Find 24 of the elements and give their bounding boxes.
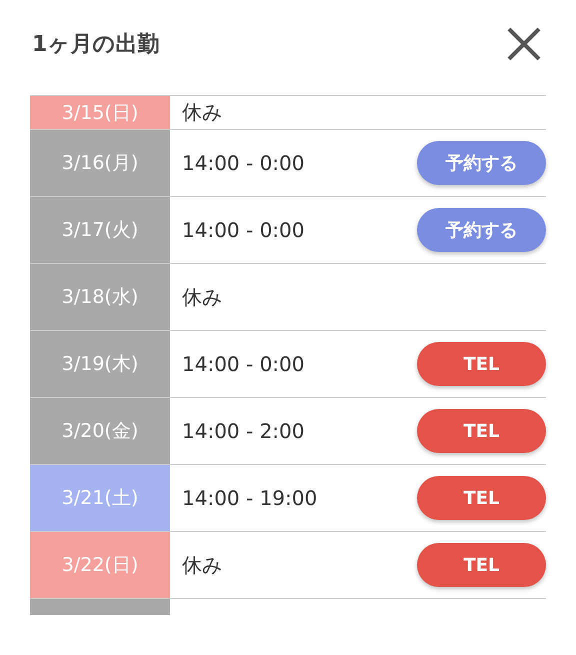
close-icon [506, 26, 542, 62]
hours-text: 14:00 - 0:00 [182, 352, 304, 376]
reserve-button[interactable]: 予約する [417, 208, 546, 252]
date-cell: 3/16(月) [30, 130, 170, 196]
reserve-button[interactable]: 予約する [417, 141, 546, 185]
hours-text: 14:00 - 0:00 [182, 218, 304, 242]
hours-text: 休み [182, 552, 222, 578]
hours-text: 休み [182, 284, 222, 310]
hours-text: 14:00 - 0:00 [182, 151, 304, 175]
tel-button[interactable]: TEL [417, 409, 546, 453]
date-cell: 3/21(土) [30, 465, 170, 531]
date-cell: 3/18(水) [30, 264, 170, 330]
hours-text: 14:00 - 2:00 [182, 419, 304, 443]
date-cell: 3/19(木) [30, 331, 170, 397]
date-cell: 3/22(日) [30, 532, 170, 598]
dialog-title: 1ヶ月の出勤 [32, 30, 160, 58]
hours-text: 14:00 - 19:00 [182, 486, 318, 510]
tel-button[interactable]: TEL [417, 342, 546, 386]
date-cell: 3/15(日) [30, 96, 170, 129]
date-cell: 3/17(火) [30, 197, 170, 263]
date-cell: 3/20(金) [30, 398, 170, 464]
tel-button[interactable]: TEL [417, 476, 546, 520]
hours-text: 休み [182, 99, 222, 126]
tel-button[interactable]: TEL [417, 543, 546, 587]
